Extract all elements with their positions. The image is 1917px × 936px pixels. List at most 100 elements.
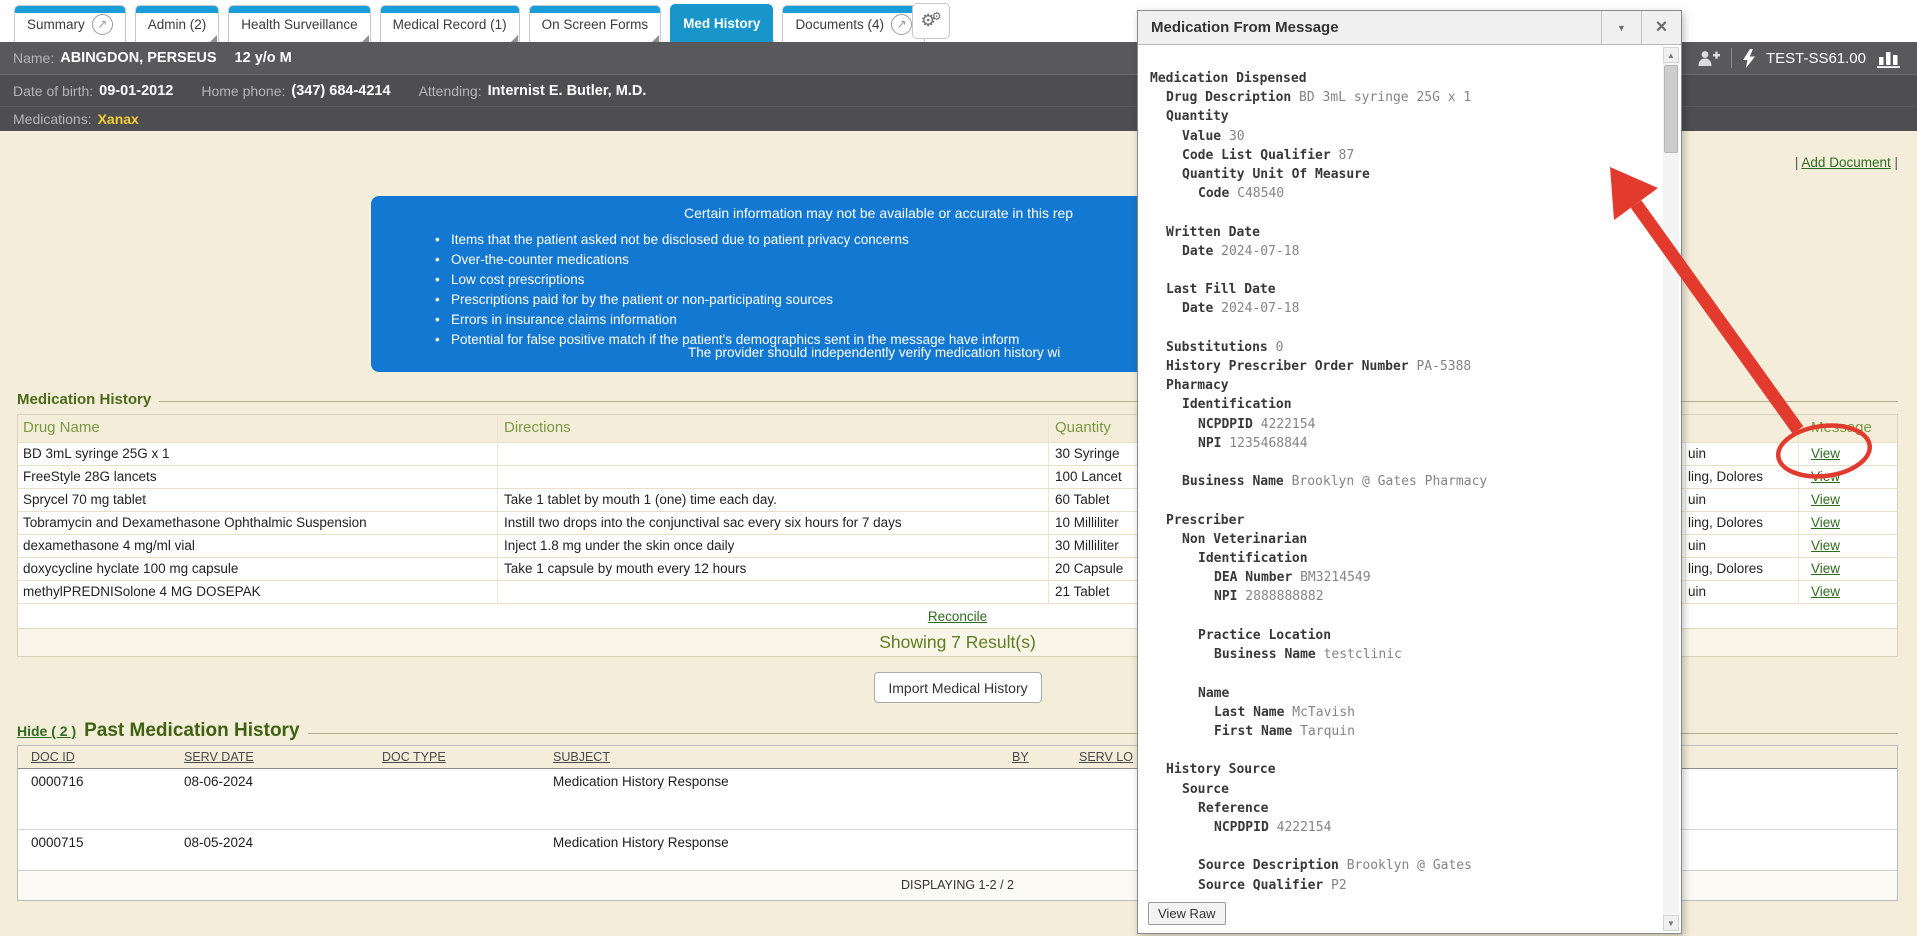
- view-raw-button[interactable]: View Raw: [1148, 902, 1226, 925]
- scroll-down-icon[interactable]: ▼: [1663, 915, 1679, 931]
- field-label: Practice Location: [1198, 628, 1331, 643]
- bar-chart-icon[interactable]: [1877, 49, 1901, 68]
- external-link-icon[interactable]: ↗: [891, 14, 912, 35]
- field-label: Name: [1198, 686, 1229, 701]
- field-label: Reference: [1198, 801, 1268, 816]
- message-line: Non Veterinarian: [1150, 530, 1659, 549]
- message-cell: View: [1799, 512, 1897, 534]
- drug-name-cell: BD 3mL syringe 25G x 1: [18, 443, 498, 465]
- external-link-icon[interactable]: ↗: [92, 14, 113, 35]
- settings-button[interactable]: ⚙⚙: [912, 3, 950, 39]
- notice-bullet-list: Items that the patient asked not be disc…: [451, 230, 1019, 350]
- tab-med-history[interactable]: Med History: [670, 4, 773, 42]
- prescriber-cell: uin: [1686, 581, 1799, 603]
- col-header-subject[interactable]: SUBJECT: [540, 746, 999, 768]
- tab-documents-4[interactable]: Documents (4) ↗: [782, 5, 925, 42]
- col-header-by[interactable]: BY: [999, 746, 1066, 768]
- message-line: Drug Description BD 3mL syringe 25G x 1: [1150, 88, 1659, 107]
- notice-title: Certain information may not be available…: [684, 205, 1073, 221]
- field-value: Brooklyn @ Gates Pharmacy: [1284, 474, 1488, 489]
- field-label: Substitutions: [1166, 340, 1268, 355]
- dialog-collapse-button[interactable]: ▼: [1601, 11, 1641, 45]
- lightning-icon[interactable]: [1743, 49, 1755, 68]
- message-line: [1150, 741, 1659, 760]
- doc-type-cell: [369, 830, 540, 870]
- view-message-link[interactable]: View: [1811, 538, 1840, 553]
- medications-value[interactable]: Xanax: [98, 111, 139, 127]
- view-message-link[interactable]: View: [1811, 446, 1840, 461]
- dialog-close-button[interactable]: ×: [1641, 11, 1681, 45]
- tab-summary[interactable]: Summary↗: [14, 5, 126, 42]
- view-message-link[interactable]: View: [1811, 584, 1840, 599]
- field-label: Business Name: [1214, 647, 1316, 662]
- message-line: [1150, 261, 1659, 280]
- message-line: Source Description Brooklyn @ Gates: [1150, 856, 1659, 875]
- message-line: [1150, 491, 1659, 510]
- message-line: [1150, 319, 1659, 338]
- doc-id-cell: 0000715: [18, 830, 171, 870]
- add-document-link[interactable]: Add Document: [1801, 155, 1890, 170]
- message-line: DEA Number BM3214549: [1150, 568, 1659, 587]
- message-line: Pharmacy: [1150, 376, 1659, 395]
- message-line: Code List Qualifier 87: [1150, 146, 1659, 165]
- field-label: NCPDPID: [1214, 820, 1269, 835]
- directions-cell: Take 1 tablet by mouth 1 (one) time each…: [498, 489, 1049, 511]
- scrollbar-thumb[interactable]: [1664, 65, 1678, 153]
- field-label: Last Name: [1214, 705, 1284, 720]
- tab-label: Documents (4): [795, 17, 884, 32]
- message-line: Date 2024-07-18: [1150, 242, 1659, 261]
- reconcile-link[interactable]: Reconcile: [928, 609, 987, 624]
- view-message-link[interactable]: View: [1811, 515, 1840, 530]
- message-line: Business Name testclinic: [1150, 645, 1659, 664]
- field-label: DEA Number: [1214, 570, 1292, 585]
- message-line: Written Date: [1150, 223, 1659, 242]
- col-header-serv-date[interactable]: SERV DATE: [171, 746, 369, 768]
- field-label: Source: [1182, 782, 1229, 797]
- field-label: Source Qualifier: [1198, 878, 1323, 893]
- dialog-title-bar[interactable]: Medication From Message ▼ ×: [1138, 11, 1681, 45]
- notice-bullet: Prescriptions paid for by the patient or…: [451, 290, 1019, 310]
- name-label: Name:: [13, 50, 54, 66]
- col-header-message: Message: [1799, 415, 1897, 442]
- field-label: NCPDPID: [1198, 417, 1253, 432]
- scroll-up-icon[interactable]: ▲: [1663, 47, 1679, 63]
- medication-history-title: Medication History: [17, 391, 151, 408]
- directions-cell: [498, 581, 1049, 603]
- add-person-icon[interactable]: [1698, 50, 1720, 67]
- col-header-doc-id[interactable]: DOC ID: [18, 746, 171, 768]
- hide-link[interactable]: Hide ( 2 ): [17, 723, 76, 739]
- tab-label: Admin (2): [148, 17, 207, 32]
- attending-value: Internist E. Butler, M.D.: [488, 83, 647, 99]
- col-header-doc-type[interactable]: DOC TYPE: [369, 746, 540, 768]
- field-label: History Source: [1166, 762, 1276, 777]
- drug-name-cell: methylPREDNISolone 4 MG DOSEPAK: [18, 581, 498, 603]
- dialog-scrollbar[interactable]: ▲ ▼: [1663, 47, 1679, 931]
- tab-medical-record-1[interactable]: Medical Record (1): [380, 5, 520, 42]
- col-header-prescriber: [1686, 415, 1799, 442]
- message-line: First Name Tarquin: [1150, 722, 1659, 741]
- gear-small-icon: ⚙: [932, 10, 942, 23]
- field-value: 2024-07-18: [1213, 244, 1299, 259]
- field-label: First Name: [1214, 724, 1292, 739]
- view-message-link[interactable]: View: [1811, 469, 1840, 484]
- serv-date-cell: 08-06-2024: [171, 769, 369, 829]
- import-medical-history-button[interactable]: Import Medical History: [874, 672, 1042, 703]
- message-line: Last Fill Date: [1150, 280, 1659, 299]
- message-line: [1150, 203, 1659, 222]
- message-line: Prescriber: [1150, 511, 1659, 530]
- field-label: Date: [1182, 301, 1213, 316]
- message-cell: View: [1799, 443, 1897, 465]
- message-line: History Prescriber Order Number PA-5388: [1150, 357, 1659, 376]
- by-cell: [999, 830, 1066, 870]
- view-message-link[interactable]: View: [1811, 492, 1840, 507]
- view-message-link[interactable]: View: [1811, 561, 1840, 576]
- subject-cell: Medication History Response: [540, 830, 999, 870]
- field-value: BM3214549: [1292, 570, 1370, 585]
- doc-type-cell: [369, 769, 540, 829]
- field-label: NPI: [1198, 436, 1221, 451]
- phone-label: Home phone:: [201, 83, 285, 99]
- tab-on-screen-forms[interactable]: On Screen Forms: [529, 5, 662, 42]
- message-line: Practice Location: [1150, 626, 1659, 645]
- tab-health-surveillance[interactable]: Health Surveillance: [228, 5, 370, 42]
- tab-admin-2[interactable]: Admin (2): [135, 5, 220, 42]
